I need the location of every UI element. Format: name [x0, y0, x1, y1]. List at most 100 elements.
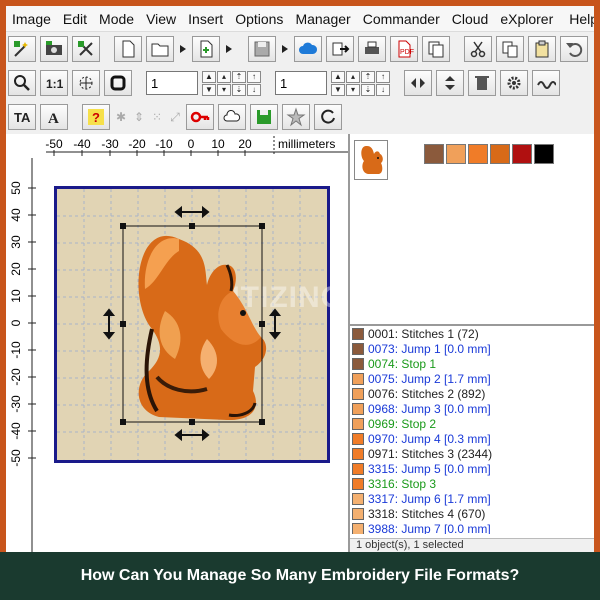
save-green-icon[interactable]: [250, 104, 278, 130]
color-swatch[interactable]: [468, 144, 488, 164]
thread-color-swatch: [352, 522, 364, 534]
stitch-list-item[interactable]: 0969: Stop 2: [350, 416, 594, 431]
stitch-list-item[interactable]: 3988: Jump 7 [0.0 mm]: [350, 521, 594, 534]
color-swatch[interactable]: [446, 144, 466, 164]
resize-handle[interactable]: [259, 223, 265, 229]
width-input[interactable]: [146, 71, 198, 95]
dropdown-arrow-icon[interactable]: [224, 36, 234, 62]
design-canvas[interactable]: -50 -40 -30 -20 -10 0 10 20 millimeters 50 40 30 20…: [6, 134, 350, 552]
stitch-list-label: 0075: Jump 2 [1.7 mm]: [368, 371, 491, 386]
menu-cloud[interactable]: Cloud: [446, 11, 495, 27]
color-swatch[interactable]: [512, 144, 532, 164]
menu-explorer[interactable]: eXplorer: [494, 11, 559, 27]
cloud-shape-icon[interactable]: [218, 104, 246, 130]
menu-mode[interactable]: Mode: [93, 11, 140, 27]
actual-size-icon[interactable]: 1:1: [40, 70, 68, 96]
mirror-horizontal-icon[interactable]: [404, 70, 432, 96]
letter-tool-icon[interactable]: A: [40, 104, 68, 130]
stitch-list-item[interactable]: 0970: Jump 4 [0.3 mm]: [350, 431, 594, 446]
camera-icon[interactable]: [40, 36, 68, 62]
stitch-list-item[interactable]: 3318: Stitches 4 (670): [350, 506, 594, 521]
menu-commander[interactable]: Commander: [357, 11, 446, 27]
star-icon[interactable]: [282, 104, 310, 130]
design-thumbnail[interactable]: [354, 140, 388, 180]
stitch-list-item[interactable]: 0971: Stitches 3 (2344): [350, 446, 594, 461]
resize-handle[interactable]: [189, 223, 195, 229]
stitch-list-label: 0969: Stop 2: [368, 416, 437, 431]
export-icon[interactable]: [326, 36, 354, 62]
color-swatch[interactable]: [490, 144, 510, 164]
settings-icon[interactable]: [500, 70, 528, 96]
stitch-list-item[interactable]: 0073: Jump 1 [0.0 mm]: [350, 341, 594, 356]
menu-edit[interactable]: Edit: [57, 11, 93, 27]
menu-options[interactable]: Options: [229, 11, 289, 27]
stitch-sequence-list[interactable]: 0001: Stitches 1 (72) 0073: Jump 1 [0.0 m…: [350, 324, 594, 534]
menu-help[interactable]: Help: [563, 11, 594, 27]
cloud-icon[interactable]: [294, 36, 322, 62]
add-file-icon[interactable]: [192, 36, 220, 62]
selection-box[interactable]: [57, 189, 327, 460]
zoom-icon[interactable]: [8, 70, 36, 96]
thread-color-swatch: [352, 477, 364, 490]
menu-insert[interactable]: Insert: [182, 11, 229, 27]
open-folder-icon[interactable]: [146, 36, 174, 62]
cut-icon[interactable]: [464, 36, 492, 62]
ruler-tick-label: 50: [9, 181, 23, 195]
resize-handle[interactable]: [259, 419, 265, 425]
text-tool-icon[interactable]: TA: [8, 104, 36, 130]
dropdown-arrow-icon[interactable]: [280, 36, 290, 62]
resize-handle[interactable]: [120, 321, 126, 327]
stitch-list-item[interactable]: 0076: Stitches 2 (892): [350, 386, 594, 401]
paste-icon[interactable]: [528, 36, 556, 62]
menu-view[interactable]: View: [140, 11, 182, 27]
stitch-list-item[interactable]: 3317: Jump 6 [1.7 mm]: [350, 491, 594, 506]
help-icon[interactable]: ?: [82, 104, 110, 130]
mirror-vertical-icon[interactable]: [436, 70, 464, 96]
multi-page-icon[interactable]: [422, 36, 450, 62]
color-swatch[interactable]: [424, 144, 444, 164]
thread-color-swatch: [352, 432, 364, 445]
thread-color-swatch: [352, 492, 364, 505]
new-file-icon[interactable]: [114, 36, 142, 62]
resize-handle[interactable]: [120, 419, 126, 425]
refresh-icon[interactable]: [314, 104, 342, 130]
resize-handle[interactable]: [120, 223, 126, 229]
ruler-units-label: millimeters: [278, 137, 335, 151]
magic-wand-icon[interactable]: [8, 36, 36, 62]
pdf-icon[interactable]: PDF: [390, 36, 418, 62]
stitch-list-label: 3988: Jump 7 [0.0 mm]: [368, 521, 491, 535]
ruler-tick-label: 10: [9, 289, 23, 303]
resize-handle[interactable]: [259, 321, 265, 327]
stitch-list-item[interactable]: 3315: Jump 5 [0.0 mm]: [350, 461, 594, 476]
color-swatch[interactable]: [534, 144, 554, 164]
save-icon[interactable]: [248, 36, 276, 62]
stitch-list-item[interactable]: 0001: Stitches 1 (72): [350, 326, 594, 341]
stitch-list-item[interactable]: 0075: Jump 2 [1.7 mm]: [350, 371, 594, 386]
frame-icon[interactable]: [104, 70, 132, 96]
ruler-tick-label: -30: [101, 137, 119, 151]
size-stepper-grid-2[interactable]: ▲ ▴ ⇡ ↑ ▼ ▾ ⇣ ↓: [331, 70, 390, 96]
move-arrows-icon: ⇕: [133, 110, 145, 124]
stitch-list-item[interactable]: 0074: Stop 1: [350, 356, 594, 371]
delete-icon[interactable]: [468, 70, 496, 96]
undo-icon[interactable]: [560, 36, 588, 62]
key-icon[interactable]: [186, 104, 214, 130]
copy-icon[interactable]: [496, 36, 524, 62]
stitch-list-item[interactable]: 3316: Stop 3: [350, 476, 594, 491]
size-stepper-grid[interactable]: ▲ ▴ ⇡ ↑ ▼ ▾ ⇣ ↓: [202, 70, 261, 96]
menu-image[interactable]: Image: [6, 11, 57, 27]
stitch-tool-icon[interactable]: [72, 36, 100, 62]
center-icon[interactable]: [72, 70, 100, 96]
print-icon[interactable]: [358, 36, 386, 62]
stitch-list-label: 0971: Stitches 3 (2344): [368, 446, 493, 461]
wave-icon[interactable]: [532, 70, 560, 96]
stitch-list-item[interactable]: 0968: Jump 3 [0.0 mm]: [350, 401, 594, 416]
thread-color-swatch: [352, 462, 364, 475]
embroidery-hoop[interactable]: GITIZING: [54, 186, 344, 463]
status-bar: 1 object(s), 1 selected: [350, 538, 594, 552]
height-input[interactable]: [275, 71, 327, 95]
menu-manager[interactable]: Manager: [289, 11, 356, 27]
stitch-list-label: 0076: Stitches 2 (892): [368, 386, 486, 401]
dropdown-arrow-icon[interactable]: [178, 36, 188, 62]
resize-handle[interactable]: [189, 419, 195, 425]
